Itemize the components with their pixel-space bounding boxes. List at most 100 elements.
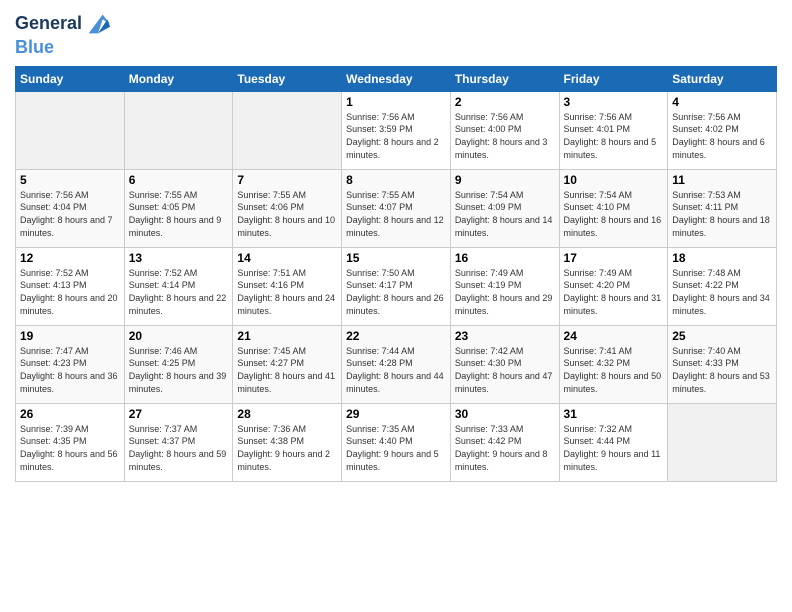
day-info: Sunrise: 7:54 AM Sunset: 4:10 PM Dayligh… [564, 189, 664, 239]
calendar-day-7: 7 Sunrise: 7:55 AM Sunset: 4:06 PM Daylig… [233, 169, 342, 247]
calendar-day-14: 14 Sunrise: 7:51 AM Sunset: 4:16 PM Dayli… [233, 247, 342, 325]
calendar-day-21: 21 Sunrise: 7:45 AM Sunset: 4:27 PM Dayli… [233, 325, 342, 403]
calendar-day-10: 10 Sunrise: 7:54 AM Sunset: 4:10 PM Dayli… [559, 169, 668, 247]
day-number: 4 [672, 95, 772, 109]
calendar-day-30: 30 Sunrise: 7:33 AM Sunset: 4:42 PM Dayli… [450, 403, 559, 481]
day-number: 21 [237, 329, 337, 343]
day-info: Sunrise: 7:47 AM Sunset: 4:23 PM Dayligh… [20, 345, 120, 395]
day-info: Sunrise: 7:40 AM Sunset: 4:33 PM Dayligh… [672, 345, 772, 395]
day-info: Sunrise: 7:56 AM Sunset: 4:00 PM Dayligh… [455, 111, 555, 161]
day-number: 26 [20, 407, 120, 421]
day-number: 27 [129, 407, 229, 421]
day-info: Sunrise: 7:44 AM Sunset: 4:28 PM Dayligh… [346, 345, 446, 395]
day-info: Sunrise: 7:49 AM Sunset: 4:20 PM Dayligh… [564, 267, 664, 317]
day-number: 8 [346, 173, 446, 187]
day-number: 18 [672, 251, 772, 265]
calendar-day-13: 13 Sunrise: 7:52 AM Sunset: 4:14 PM Dayli… [124, 247, 233, 325]
logo-text-blue: Blue [15, 38, 112, 58]
calendar-day-26: 26 Sunrise: 7:39 AM Sunset: 4:35 PM Dayli… [16, 403, 125, 481]
day-number: 6 [129, 173, 229, 187]
calendar-day-3: 3 Sunrise: 7:56 AM Sunset: 4:01 PM Daylig… [559, 91, 668, 169]
day-number: 12 [20, 251, 120, 265]
day-number: 30 [455, 407, 555, 421]
logo-text: General [15, 14, 82, 34]
day-number: 23 [455, 329, 555, 343]
calendar-week-4: 19Sunrise: 7:47 AM Sunset: 4:23 PM Dayli… [16, 325, 777, 403]
day-info: Sunrise: 7:35 AM Sunset: 4:40 PM Dayligh… [346, 423, 446, 473]
weekday-header-friday: Friday [559, 66, 668, 91]
calendar-day-17: 17Sunrise: 7:49 AM Sunset: 4:20 PM Dayli… [559, 247, 668, 325]
logo: General Blue [15, 10, 112, 58]
calendar-week-2: 5Sunrise: 7:56 AM Sunset: 4:04 PM Daylig… [16, 169, 777, 247]
calendar-day-2: 2 Sunrise: 7:56 AM Sunset: 4:00 PM Daylig… [450, 91, 559, 169]
calendar-day-29: 29 Sunrise: 7:35 AM Sunset: 4:40 PM Dayli… [342, 403, 451, 481]
day-info: Sunrise: 7:48 AM Sunset: 4:22 PM Dayligh… [672, 267, 772, 317]
calendar-day-22: 22 Sunrise: 7:44 AM Sunset: 4:28 PM Dayli… [342, 325, 451, 403]
calendar-day-1: 1Sunrise: 7:56 AM Sunset: 3:59 PM Daylig… [342, 91, 451, 169]
day-info: Sunrise: 7:46 AM Sunset: 4:25 PM Dayligh… [129, 345, 229, 395]
day-number: 10 [564, 173, 664, 187]
day-info: Sunrise: 7:56 AM Sunset: 4:02 PM Dayligh… [672, 111, 772, 161]
weekday-header-saturday: Saturday [668, 66, 777, 91]
day-number: 22 [346, 329, 446, 343]
calendar-week-5: 26 Sunrise: 7:39 AM Sunset: 4:35 PM Dayli… [16, 403, 777, 481]
empty-cell [233, 91, 342, 169]
day-info: Sunrise: 7:45 AM Sunset: 4:27 PM Dayligh… [237, 345, 337, 395]
day-number: 24 [564, 329, 664, 343]
day-number: 13 [129, 251, 229, 265]
day-number: 28 [237, 407, 337, 421]
calendar-day-27: 27 Sunrise: 7:37 AM Sunset: 4:37 PM Dayli… [124, 403, 233, 481]
calendar-day-20: 20 Sunrise: 7:46 AM Sunset: 4:25 PM Dayli… [124, 325, 233, 403]
day-info: Sunrise: 7:56 AM Sunset: 4:01 PM Dayligh… [564, 111, 664, 161]
day-info: Sunrise: 7:50 AM Sunset: 4:17 PM Dayligh… [346, 267, 446, 317]
weekday-header-tuesday: Tuesday [233, 66, 342, 91]
weekday-header-wednesday: Wednesday [342, 66, 451, 91]
weekday-header-row: SundayMondayTuesdayWednesdayThursdayFrid… [16, 66, 777, 91]
weekday-header-monday: Monday [124, 66, 233, 91]
calendar-day-25: 25 Sunrise: 7:40 AM Sunset: 4:33 PM Dayli… [668, 325, 777, 403]
day-info: Sunrise: 7:37 AM Sunset: 4:37 PM Dayligh… [129, 423, 229, 473]
day-info: Sunrise: 7:41 AM Sunset: 4:32 PM Dayligh… [564, 345, 664, 395]
calendar-day-18: 18 Sunrise: 7:48 AM Sunset: 4:22 PM Dayli… [668, 247, 777, 325]
day-number: 5 [20, 173, 120, 187]
calendar-day-11: 11 Sunrise: 7:53 AM Sunset: 4:11 PM Dayli… [668, 169, 777, 247]
calendar-day-12: 12Sunrise: 7:52 AM Sunset: 4:13 PM Dayli… [16, 247, 125, 325]
logo-icon [84, 10, 112, 38]
day-number: 7 [237, 173, 337, 187]
calendar-day-19: 19Sunrise: 7:47 AM Sunset: 4:23 PM Dayli… [16, 325, 125, 403]
day-info: Sunrise: 7:33 AM Sunset: 4:42 PM Dayligh… [455, 423, 555, 473]
calendar-day-6: 6 Sunrise: 7:55 AM Sunset: 4:05 PM Daylig… [124, 169, 233, 247]
day-info: Sunrise: 7:55 AM Sunset: 4:06 PM Dayligh… [237, 189, 337, 239]
calendar-day-4: 4 Sunrise: 7:56 AM Sunset: 4:02 PM Daylig… [668, 91, 777, 169]
day-number: 14 [237, 251, 337, 265]
day-info: Sunrise: 7:39 AM Sunset: 4:35 PM Dayligh… [20, 423, 120, 473]
day-number: 11 [672, 173, 772, 187]
page: General Blue SundayMondayTuesdayWednesda… [0, 0, 792, 612]
empty-cell [16, 91, 125, 169]
day-number: 20 [129, 329, 229, 343]
day-info: Sunrise: 7:51 AM Sunset: 4:16 PM Dayligh… [237, 267, 337, 317]
day-number: 9 [455, 173, 555, 187]
day-number: 16 [455, 251, 555, 265]
calendar-day-31: 31 Sunrise: 7:32 AM Sunset: 4:44 PM Dayli… [559, 403, 668, 481]
calendar-week-1: 1Sunrise: 7:56 AM Sunset: 3:59 PM Daylig… [16, 91, 777, 169]
day-number: 1 [346, 95, 446, 109]
calendar-day-8: 8Sunrise: 7:55 AM Sunset: 4:07 PM Daylig… [342, 169, 451, 247]
day-info: Sunrise: 7:32 AM Sunset: 4:44 PM Dayligh… [564, 423, 664, 473]
day-number: 29 [346, 407, 446, 421]
calendar-day-28: 28Sunrise: 7:36 AM Sunset: 4:38 PM Dayli… [233, 403, 342, 481]
header: General Blue [15, 10, 777, 58]
calendar-week-3: 12Sunrise: 7:52 AM Sunset: 4:13 PM Dayli… [16, 247, 777, 325]
day-number: 25 [672, 329, 772, 343]
day-info: Sunrise: 7:53 AM Sunset: 4:11 PM Dayligh… [672, 189, 772, 239]
calendar-day-5: 5Sunrise: 7:56 AM Sunset: 4:04 PM Daylig… [16, 169, 125, 247]
day-info: Sunrise: 7:52 AM Sunset: 4:14 PM Dayligh… [129, 267, 229, 317]
day-number: 3 [564, 95, 664, 109]
empty-cell [668, 403, 777, 481]
calendar-day-24: 24 Sunrise: 7:41 AM Sunset: 4:32 PM Dayli… [559, 325, 668, 403]
day-info: Sunrise: 7:55 AM Sunset: 4:05 PM Dayligh… [129, 189, 229, 239]
day-info: Sunrise: 7:42 AM Sunset: 4:30 PM Dayligh… [455, 345, 555, 395]
day-number: 2 [455, 95, 555, 109]
day-number: 31 [564, 407, 664, 421]
calendar-day-15: 15Sunrise: 7:50 AM Sunset: 4:17 PM Dayli… [342, 247, 451, 325]
